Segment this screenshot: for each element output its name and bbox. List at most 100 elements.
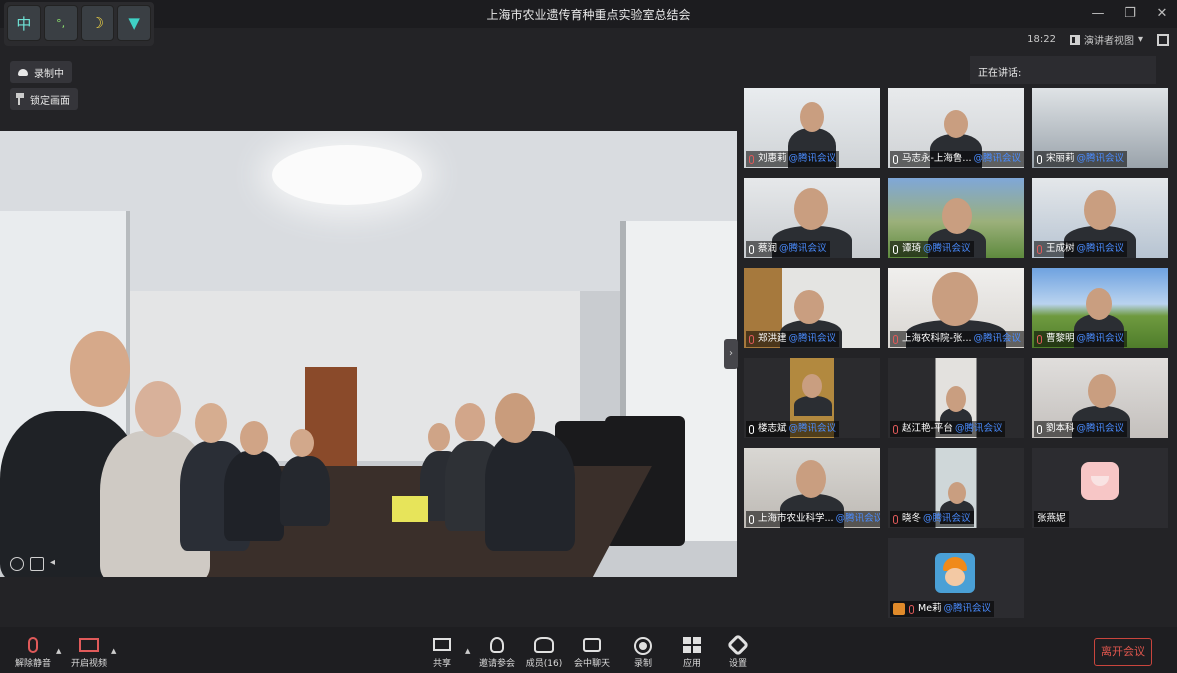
participant-name: 上海农科院-张... (902, 333, 972, 344)
participant-label: 刘惠莉 @腾讯会议 (746, 151, 840, 167)
participant-tile[interactable]: 谭琦 @腾讯会议 (888, 178, 1024, 258)
participant-tile[interactable]: 楼志斌 @腾讯会议 (744, 358, 880, 438)
participant-tile[interactable]: 马志永-上海鲁... @腾讯会议 (888, 88, 1024, 168)
participant-label: 曹黎明 @腾讯会议 (1034, 331, 1128, 347)
mic-icon (749, 514, 754, 524)
close-icon[interactable]: ✕ (1153, 5, 1171, 23)
participant-tag: @腾讯会议 (1076, 423, 1125, 434)
comment-icon[interactable] (30, 557, 44, 571)
share-button[interactable]: 共享 (420, 637, 464, 669)
record-label: 录制 (633, 659, 652, 669)
participant-label: Me莉 @腾讯会议 (890, 601, 995, 617)
chevron-left-icon[interactable]: ◂ (50, 557, 55, 571)
punctuation-icon[interactable]: °, (43, 5, 78, 41)
share-options-icon[interactable]: ▲ (465, 647, 470, 655)
fullscreen-icon[interactable] (1157, 33, 1169, 46)
chinese-mode-icon[interactable]: 中 (7, 5, 41, 41)
mic-muted-icon (893, 424, 898, 434)
collapse-panel-button[interactable]: › (724, 339, 738, 369)
pin-icon (16, 93, 24, 105)
participant-label: 上海农科院-张... @腾讯会议 (890, 331, 1024, 347)
participant-tile[interactable]: 郑洪建 @腾讯会议 (744, 268, 880, 348)
settings-button[interactable]: 设置 (716, 633, 760, 669)
emoji-icon[interactable] (10, 557, 24, 571)
video-options-icon[interactable]: ▲ (111, 647, 116, 655)
mic-muted-icon (1037, 334, 1042, 344)
participant-tile[interactable]: 劉本科 @腾讯会议 (1032, 358, 1168, 438)
participant-tile[interactable]: 晓冬 @腾讯会议 (888, 448, 1024, 528)
layout-icon (1069, 34, 1080, 45)
participant-tag: @腾讯会议 (923, 513, 971, 524)
participant-tile[interactable]: 张燕妮 (1032, 448, 1168, 528)
view-mode-label: 演讲者视图 (1083, 36, 1134, 47)
participant-name: 张燕妮 (1037, 513, 1066, 524)
record-button[interactable]: 录制 (621, 637, 665, 669)
recording-indicator[interactable]: 录制中 (10, 61, 72, 83)
ime-toolbar: 中 °, ☽ ▼ (4, 2, 154, 46)
participant-tag: @腾讯会议 (1076, 153, 1125, 164)
header-controls: 18:22 演讲者视图 ▾ (1027, 32, 1169, 47)
invite-label: 邀请参会 (478, 659, 515, 669)
participant-face (1084, 190, 1116, 230)
participant-tag: @腾讯会议 (835, 513, 880, 524)
video-tools: ◂ (10, 557, 55, 571)
participant-tag: @腾讯会议 (954, 423, 1003, 434)
participant-tile[interactable]: 上海市农业科学... @腾讯会议 (744, 448, 880, 528)
members-button[interactable]: 成员(16) (522, 637, 566, 669)
restore-icon[interactable]: ❐ (1121, 5, 1139, 23)
participant-tile[interactable]: Me莉 @腾讯会议 (888, 538, 1024, 618)
participant-name: 晓冬 (902, 513, 922, 524)
muted-mic-icon (28, 637, 38, 653)
chat-icon (583, 638, 601, 652)
mic-icon (893, 244, 898, 254)
apps-label: 应用 (682, 659, 701, 669)
participant-face (800, 102, 824, 132)
participant-name: 楼志斌 (758, 423, 787, 434)
participant-name: 宋丽莉 (1046, 153, 1075, 164)
unmute-label: 解除静音 (14, 659, 51, 669)
start-video-label: 开启视频 (70, 659, 107, 669)
participant-tag: @腾讯会议 (943, 603, 992, 614)
unmute-button[interactable]: 解除静音 (11, 637, 55, 669)
participant-name: 郑洪建 (758, 333, 787, 344)
participant-name: Me莉 (918, 603, 942, 614)
view-mode-button[interactable]: 演讲者视图 ▾ (1069, 32, 1143, 47)
participant-tile[interactable]: 蔡润 @腾讯会议 (744, 178, 880, 258)
participant-tile[interactable]: 曹黎明 @腾讯会议 (1032, 268, 1168, 348)
participant-tile[interactable]: 赵江艳-平台 @腾讯会议 (888, 358, 1024, 438)
mic-icon (893, 154, 898, 164)
mic-icon (1037, 424, 1042, 434)
participant-tile[interactable]: 刘惠莉 @腾讯会议 (744, 88, 880, 168)
mic-muted-icon (749, 154, 754, 164)
participant-face (1086, 288, 1112, 320)
bottom-toolbar: 解除静音 ▲ 开启视频 ▲ 共享 ▲ 邀请参会 成员(16) 会中聊天 录制 应… (0, 627, 1177, 673)
participant-face (794, 188, 828, 230)
participant-name: 谭琦 (902, 243, 922, 254)
participant-tile[interactable]: 王成树 @腾讯会议 (1032, 178, 1168, 258)
apps-icon (683, 637, 701, 653)
participant-label: 马志永-上海鲁... @腾讯会议 (890, 151, 1024, 167)
gear-icon (726, 633, 750, 657)
participant-face (944, 110, 968, 138)
lock-view-button[interactable]: 锁定画面 (10, 88, 78, 110)
apps-button[interactable]: 应用 (670, 637, 714, 669)
start-video-button[interactable]: 开启视频 (67, 637, 111, 669)
mic-muted-icon (893, 334, 898, 344)
participant-face (794, 290, 824, 324)
leave-meeting-button[interactable]: 离开会议 (1094, 638, 1152, 666)
participant-name: 上海市农业科学... (758, 513, 834, 524)
participant-face (796, 460, 826, 498)
mic-muted-icon (1037, 244, 1042, 254)
skin-icon[interactable]: ▼ (117, 5, 151, 41)
members-icon (534, 637, 554, 653)
moon-icon[interactable]: ☽ (80, 5, 115, 41)
recording-label: 录制中 (34, 68, 64, 80)
audio-options-icon[interactable]: ▲ (56, 647, 61, 655)
lock-view-label: 锁定画面 (30, 95, 70, 107)
participant-tile[interactable]: 宋丽莉 @腾讯会议 (1032, 88, 1168, 168)
participant-label: 张燕妮 (1034, 511, 1069, 527)
participant-tile[interactable]: 上海农科院-张... @腾讯会议 (888, 268, 1024, 348)
invite-button[interactable]: 邀请参会 (475, 637, 519, 669)
minimize-icon[interactable]: — (1089, 5, 1107, 23)
chat-button[interactable]: 会中聊天 (570, 637, 614, 669)
